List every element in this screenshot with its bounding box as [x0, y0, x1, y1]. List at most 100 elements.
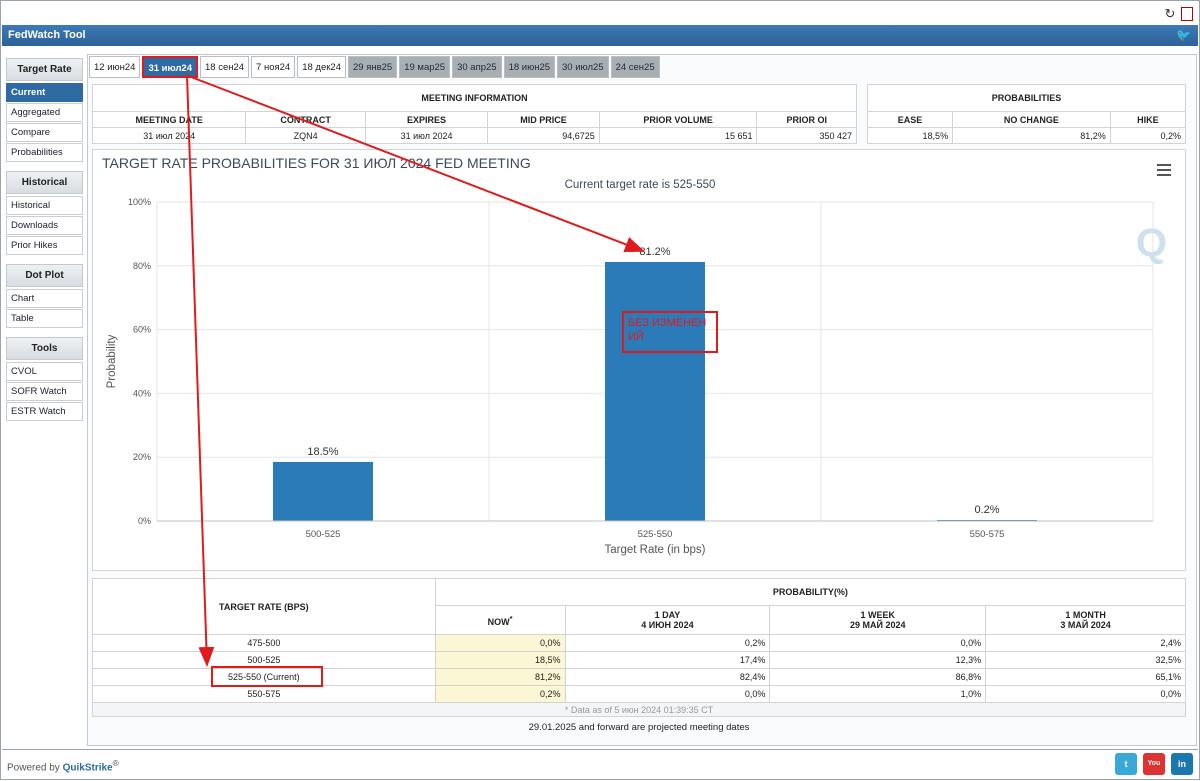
bar[interactable] [605, 261, 705, 521]
registered-mark: ® [112, 758, 119, 768]
y-tick-label: 60% [133, 325, 151, 335]
probability-header: PROBABILITY(%) [434, 577, 1187, 607]
pdf-icon[interactable] [1181, 7, 1193, 21]
meeting-column-header: CONTRACT [245, 111, 366, 128]
probability-cell: 81,2% [952, 127, 1111, 144]
rate-cell: 475-500 [92, 634, 436, 652]
tab-meeting[interactable]: 7 ноя24 [251, 56, 296, 78]
now-header: NOW* [434, 605, 566, 635]
sidebar-group-heading: Tools [6, 337, 83, 360]
probability-column-header: HIKE [1109, 111, 1187, 128]
sidebar: Target Rate Current Aggregated Compare Proba… [6, 58, 83, 422]
app-title: FedWatch Tool [8, 29, 86, 41]
tab-meeting[interactable]: 19 мар25 [399, 56, 451, 78]
chart-subtitle: Current target rate is 525-550 [565, 179, 716, 191]
table-row: 475-500 0,0% 0,2% 0,0% 2,4% [92, 634, 1186, 652]
tab-meeting[interactable]: 31 июл24 [142, 56, 198, 78]
sidebar-item[interactable]: CVOL [6, 362, 83, 381]
twitter-icon[interactable]: 🐦 [1176, 28, 1191, 42]
tab-meeting[interactable]: 30 апр25 [452, 56, 502, 78]
sidebar-item[interactable]: Compare [6, 123, 83, 142]
sidebar-item[interactable]: Prior Hikes [6, 236, 83, 255]
one-month-date: 3 МАЙ 2024 [1060, 620, 1111, 631]
y-tick-label: 0% [138, 516, 151, 526]
x-axis-label: Target Rate (in bps) [605, 544, 706, 556]
tab-meeting[interactable]: 18 дек24 [297, 56, 346, 78]
tab-meeting[interactable]: 30 июл25 [557, 56, 609, 78]
powered-label: Powered by [7, 762, 60, 774]
meeting-cell: 31 июл 2024 [91, 127, 247, 144]
sidebar-item[interactable]: Chart [6, 289, 83, 308]
app-frame: ↻ FedWatch Tool 🐦 Target Rate Current Aggr… [0, 0, 1200, 780]
now-label: NOW [487, 616, 510, 627]
tab-meeting[interactable]: 18 сен24 [199, 56, 250, 78]
sidebar-item[interactable]: Current [6, 83, 83, 102]
data-timestamp-note: * Data as of 5 июн 2024 01:39:35 CT [92, 702, 1186, 717]
meeting-cell: 15 651 [598, 127, 758, 144]
twitter-icon[interactable]: t [1115, 753, 1137, 775]
x-tick-label: 500-525 [306, 529, 341, 540]
tab-meeting[interactable]: 12 июн24 [89, 56, 141, 78]
brand-link[interactable]: QuikStrike [63, 762, 113, 773]
annotation-no-change: БЕЗ ИЗМЕНЕНИЙ [622, 311, 718, 353]
probability-cell: 18,5% [866, 127, 954, 144]
one-day-cell: 0,0% [564, 685, 771, 703]
bar[interactable] [273, 461, 373, 521]
sidebar-group-heading: Target Rate [6, 58, 83, 81]
meeting-column-header: MID PRICE [487, 111, 600, 128]
sidebar-item[interactable]: Historical [6, 196, 83, 215]
one-month-cell: 2,4% [985, 634, 1186, 652]
meeting-value-row: 31 июл 2024 ZQN4 31 июл 2024 94,6725 15 651 3… [91, 127, 857, 144]
probabilities-table: PROBABILITIES EASE NO CHANGE HIKE 18,5% 81,… [866, 84, 1187, 144]
probabilities-value-row: 18,5% 81,2% 0,2% [866, 127, 1187, 144]
one-day-cell: 82,4% [564, 668, 771, 686]
chart-menu-icon[interactable] [1157, 164, 1171, 176]
one-day-header: 1 DAY 4 ИЮН 2024 [564, 605, 771, 635]
meeting-column-header: PRIOR OI [756, 111, 857, 128]
chart-title: TARGET RATE PROBABILITIES FOR 31 ИЮЛ 202… [102, 155, 531, 171]
sidebar-item[interactable]: Probabilities [6, 143, 83, 162]
one-week-cell: 1,0% [769, 685, 987, 703]
now-cell: 81,2% [434, 668, 566, 686]
youtube-icon[interactable]: You [1143, 753, 1165, 775]
sidebar-item[interactable]: Downloads [6, 216, 83, 235]
current-rate-highlight [211, 666, 323, 687]
rate-cell: 550-575 [92, 685, 436, 703]
meeting-cell: 31 июл 2024 [364, 127, 489, 144]
now-cell: 0,2% [434, 685, 566, 703]
meeting-info-table: MEETING INFORMATION MEETING DATE CONTRACT… [91, 84, 857, 144]
probabilities-header-row: EASE NO CHANGE HIKE [866, 111, 1187, 128]
tab-meeting[interactable]: 18 июн25 [503, 56, 556, 78]
bar-value-label: 18.5% [307, 446, 338, 458]
now-cell: 18,5% [434, 651, 566, 669]
chart-container: TARGET RATE PROBABILITIES FOR 31 ИЮЛ 202… [92, 149, 1186, 571]
y-tick-label: 40% [133, 388, 151, 398]
refresh-icon[interactable]: ↻ [1163, 7, 1177, 21]
sidebar-group-heading: Dot Plot [6, 264, 83, 287]
one-week-cell: 12,3% [769, 651, 987, 669]
now-cell: 0,0% [434, 634, 566, 652]
tab-meeting[interactable]: 29 янв25 [347, 56, 398, 78]
y-tick-label: 100% [128, 197, 151, 207]
probability-column-header: NO CHANGE [952, 111, 1111, 128]
linkedin-icon[interactable]: in [1171, 753, 1193, 775]
sidebar-item[interactable]: Table [6, 309, 83, 328]
meeting-info-caption: MEETING INFORMATION [92, 84, 857, 112]
sidebar-item[interactable]: SOFR Watch [6, 382, 83, 401]
one-day-cell: 17,4% [564, 651, 771, 669]
sidebar-item[interactable]: ESTR Watch [6, 402, 83, 421]
one-day-cell: 0,2% [564, 634, 771, 652]
target-rate-header: TARGET RATE (BPS) [92, 578, 436, 635]
bar-value-label: 0.2% [974, 504, 999, 516]
one-week-cell: 0,0% [769, 634, 987, 652]
meeting-column-header: EXPIRES [364, 111, 489, 128]
now-mark: * [509, 613, 513, 623]
meeting-cell: ZQN4 [245, 127, 366, 144]
y-tick-label: 80% [133, 261, 151, 271]
tab-meeting[interactable]: 24 сен25 [610, 56, 660, 78]
sidebar-item[interactable]: Aggregated [6, 103, 83, 122]
one-day-label: 1 DAY [654, 610, 681, 621]
projected-note: 29.01.2025 and forward are projected mee… [528, 722, 750, 733]
